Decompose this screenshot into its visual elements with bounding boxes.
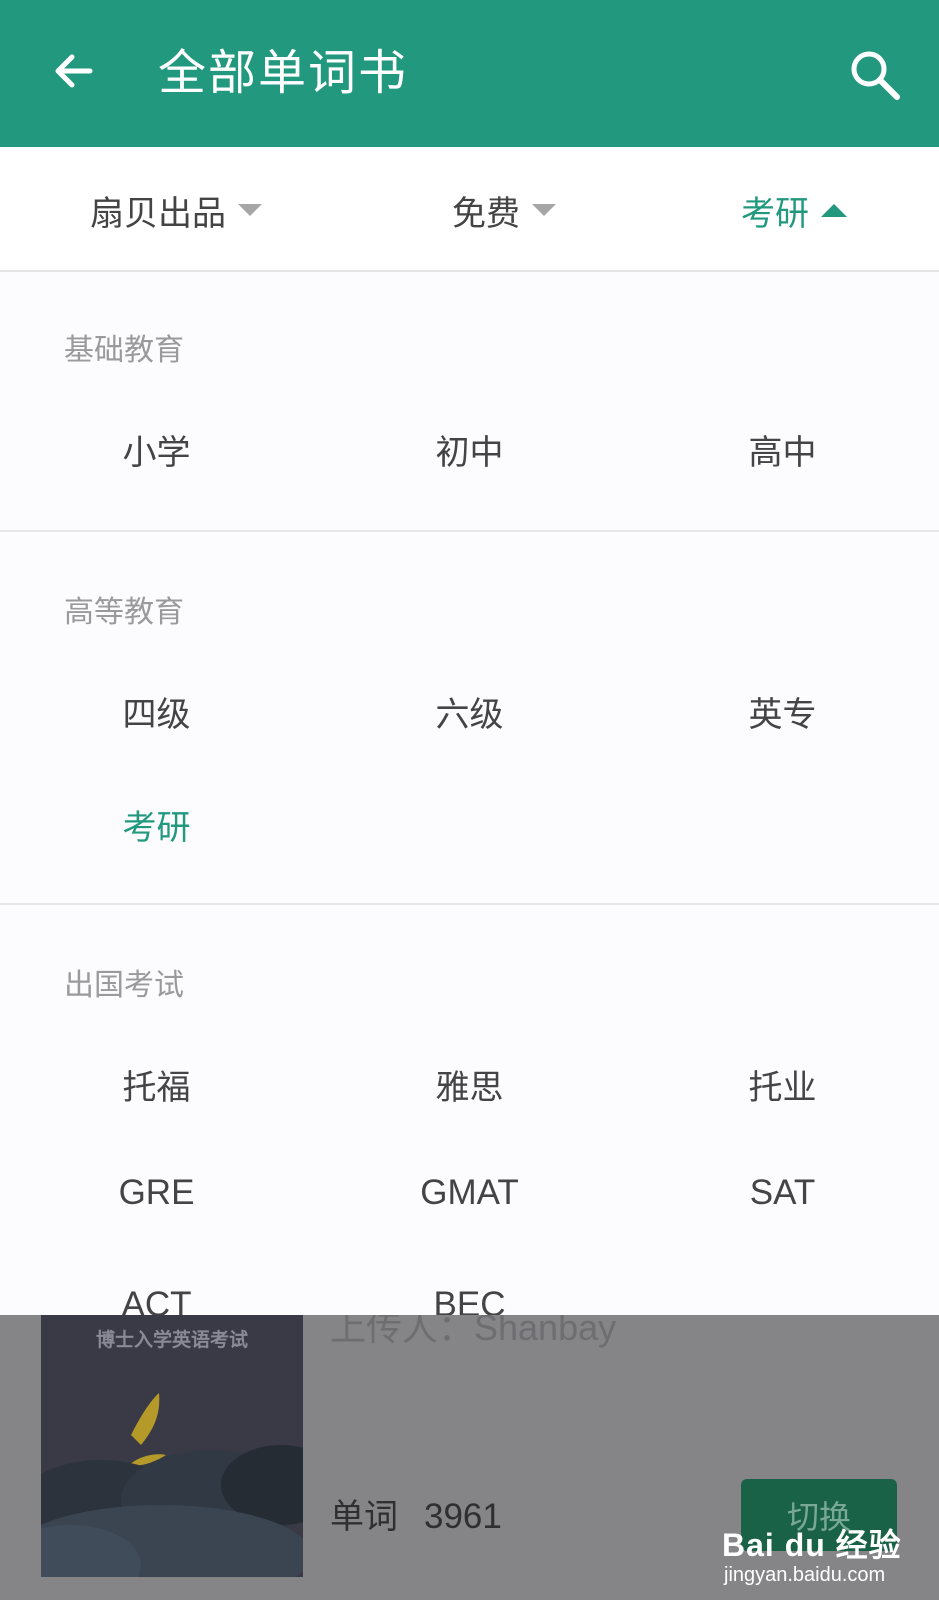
book-cover: 博士入学英语考试 [41,1315,303,1577]
filter-bar: 扇贝出品 免费 考研 [0,147,939,272]
book-word-count: 单词 3961 [330,1489,502,1538]
filter-label: 免费 [452,193,520,234]
category-item[interactable]: 雅思 [313,1060,626,1109]
divider [0,530,939,532]
category-item[interactable]: 初中 [313,425,626,474]
category-item[interactable]: GRE [0,1173,313,1213]
section-title: 出国考试 [64,968,184,1003]
category-item[interactable]: 托业 [626,1060,939,1109]
search-button[interactable] [845,45,905,105]
watermark-url: jingyan.baidu.com [724,1564,886,1586]
category-item[interactable]: 小学 [0,425,313,474]
filter-label: 扇贝出品 [90,193,226,234]
arrow-left-icon [55,54,93,88]
category-item[interactable]: 托福 [0,1060,313,1109]
caret-down-icon [238,204,262,216]
dim-overlay[interactable]: 博士入学英语考试 上传人：Shanbay 单词 3961 切换 Bai du 经验… [0,1315,939,1600]
category-item-selected[interactable]: 考研 [0,800,313,849]
caret-down-icon [532,204,556,216]
category-item[interactable]: 英专 [626,687,939,736]
filter-category[interactable]: 考研 [741,185,847,235]
book-cover-illustration [41,1393,303,1577]
category-item[interactable]: 六级 [313,687,626,736]
book-uploader: 上传人：Shanbay [330,1315,617,1348]
watermark: Bai du 经验 jingyan.baidu.com [722,1520,922,1600]
category-item[interactable]: SAT [626,1173,939,1213]
section-title: 高等教育 [64,595,184,630]
filter-publisher[interactable]: 扇贝出品 [90,185,262,235]
watermark-logo: Bai du 经验 [722,1527,902,1563]
divider [0,903,939,905]
caret-up-icon [821,203,847,217]
filter-price[interactable]: 免费 [452,185,556,235]
page-title: 全部单词书 [158,45,409,101]
back-button[interactable] [48,45,100,97]
category-item[interactable]: GMAT [313,1173,626,1213]
word-count-label: 单词 [330,1497,398,1537]
category-item[interactable]: 高中 [626,425,939,474]
filter-label: 考研 [741,193,809,234]
search-icon [851,51,900,100]
section-title: 基础教育 [64,333,184,368]
word-count-value: 3961 [424,1497,502,1536]
category-item[interactable]: 四级 [0,687,313,736]
app-bar: 全部单词书 [0,0,939,147]
